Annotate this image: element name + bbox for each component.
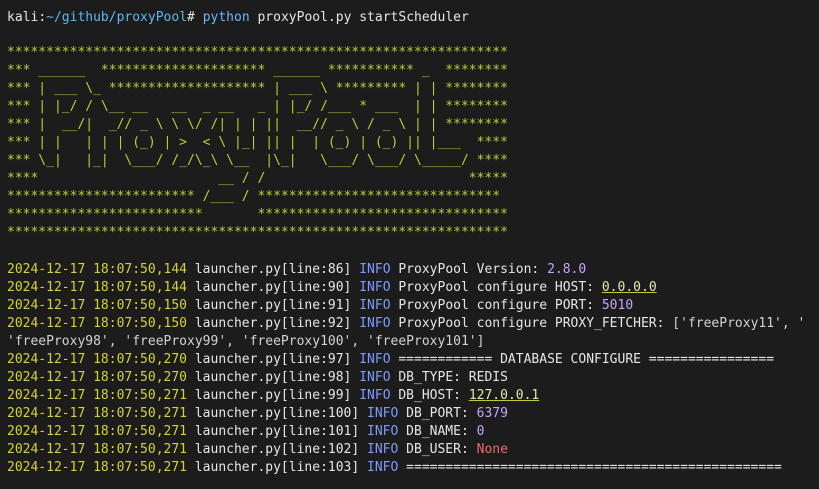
log-timestamp: 2024-12-17 18:07:50,270 <box>7 370 188 385</box>
log-timestamp: 2024-12-17 18:07:50,270 <box>7 352 188 367</box>
log-value: 6379 <box>476 406 508 421</box>
log-timestamp: 2024-12-17 18:07:50,144 <box>7 262 188 277</box>
log-source: launcher.py[line:92] <box>187 316 352 331</box>
banner-row: *** | __/| _// _ \ \ \/ /| | | || __// _… <box>7 117 508 132</box>
prompt-path: ~/github/proxyPool <box>46 10 188 25</box>
log-line: 'freeProxy98', 'freeProxy99', 'freeProxy… <box>7 333 484 351</box>
log-message: ============ DATABASE CONFIGURE ========… <box>390 352 775 367</box>
log-message: ProxyPool configure PROXY_FETCHER: <box>390 316 673 331</box>
banner-row: **** __ / / ***** <box>7 171 508 186</box>
banner-row: *** | |_/ / \__ __ __ _ __ _ | |_/ /___ … <box>7 99 508 114</box>
log-message: DB_PORT: <box>398 406 477 421</box>
log-source: launcher.py[line:103] <box>187 460 360 475</box>
log-timestamp: 2024-12-17 18:07:50,150 <box>7 298 188 313</box>
banner-row: ************************* **************… <box>7 207 508 222</box>
log-source: launcher.py[line:99] <box>187 388 352 403</box>
log-level: INFO <box>359 280 391 295</box>
log-source: launcher.py[line:90] <box>187 280 352 295</box>
log-source: launcher.py[line:98] <box>187 370 352 385</box>
log-line: 2024-12-17 18:07:50,270 launcher.py[line… <box>7 351 774 369</box>
log-timestamp: 2024-12-17 18:07:50,150 <box>7 316 188 331</box>
log-line: 2024-12-17 18:07:50,271 launcher.py[line… <box>7 441 508 459</box>
log-line: 2024-12-17 18:07:50,271 launcher.py[line… <box>7 423 484 441</box>
log-timestamp: 2024-12-17 18:07:50,271 <box>7 442 188 457</box>
log-source: launcher.py[line:97] <box>187 352 352 367</box>
log-line: 2024-12-17 18:07:50,150 launcher.py[line… <box>7 315 805 333</box>
log-level: INFO <box>359 262 391 277</box>
banner-row: *** | | | | | (_) | > < \ |_| || | | (_)… <box>7 135 508 150</box>
command-name: python <box>202 10 250 25</box>
log-source: launcher.py[line:102] <box>187 442 360 457</box>
banner-row: *** \_| |_| \___/ /_/\_\ \__ |\_| \___/ … <box>7 153 508 168</box>
prompt-user: kali <box>7 10 39 25</box>
command-args: proxyPool.py startScheduler <box>249 10 469 25</box>
banner-row: *** | ___ \_ ******************** | ___ … <box>7 81 508 96</box>
log-message: DB_USER: <box>398 442 477 457</box>
log-value: 5010 <box>601 298 634 313</box>
log-level: INFO <box>359 298 391 313</box>
log-line: 2024-12-17 18:07:50,144 launcher.py[line… <box>7 261 586 279</box>
log-value: 127.0.0.1 <box>468 388 540 403</box>
log-message: DB_NAME: <box>398 424 477 439</box>
log-message: DB_TYPE: REDIS <box>390 370 508 385</box>
log-line: 2024-12-17 18:07:50,271 launcher.py[line… <box>7 405 508 423</box>
log-timestamp: 2024-12-17 18:07:50,271 <box>7 460 188 475</box>
log-value: 0.0.0.0 <box>601 280 657 295</box>
log-level: INFO <box>359 370 391 385</box>
log-level: INFO <box>367 442 399 457</box>
log-level: INFO <box>367 424 399 439</box>
log-message: ProxyPool configure HOST: <box>390 280 602 295</box>
log-level: INFO <box>359 352 391 367</box>
log-value: 'freeProxy98', 'freeProxy99', 'freeProxy… <box>7 334 485 349</box>
log-level: INFO <box>367 460 399 475</box>
log-value: None <box>476 442 508 457</box>
log-timestamp: 2024-12-17 18:07:50,271 <box>7 424 188 439</box>
log-timestamp: 2024-12-17 18:07:50,271 <box>7 406 188 421</box>
log-value: ['freeProxy11', ' <box>672 316 806 331</box>
log-level: INFO <box>359 388 391 403</box>
prompt-separator: : <box>38 10 47 25</box>
log-line: 2024-12-17 18:07:50,150 launcher.py[line… <box>7 297 633 315</box>
log-value: 0 <box>476 424 485 439</box>
log-message: ProxyPool Version: <box>390 262 548 277</box>
log-value: 2.8.0 <box>547 262 587 277</box>
log-message: DB_HOST: <box>390 388 469 403</box>
log-line: 2024-12-17 18:07:50,271 launcher.py[line… <box>7 387 539 405</box>
prompt-hash: # <box>187 10 203 25</box>
banner-row: ****************************************… <box>7 225 508 240</box>
banner-row: *** ______ ********************* ______ … <box>7 63 508 78</box>
prompt-line: kali:~/github/proxyPool# python proxyPoo… <box>7 9 469 27</box>
log-timestamp: 2024-12-17 18:07:50,271 <box>7 388 188 403</box>
log-line: 2024-12-17 18:07:50,271 launcher.py[line… <box>7 459 782 477</box>
log-level: INFO <box>359 316 391 331</box>
log-message: ProxyPool configure PORT: <box>390 298 602 313</box>
log-source: launcher.py[line:91] <box>187 298 352 313</box>
banner-row: ************************ /___ / ********… <box>7 189 501 204</box>
terminal-window[interactable]: kali:~/github/proxyPool# python proxyPoo… <box>0 0 819 489</box>
banner-row: ****************************************… <box>7 45 508 60</box>
log-source: launcher.py[line:100] <box>187 406 360 421</box>
log-source: launcher.py[line:86] <box>187 262 352 277</box>
log-line: 2024-12-17 18:07:50,144 launcher.py[line… <box>7 279 657 297</box>
log-level: INFO <box>367 406 399 421</box>
log-timestamp: 2024-12-17 18:07:50,144 <box>7 280 188 295</box>
log-line: 2024-12-17 18:07:50,270 launcher.py[line… <box>7 369 508 387</box>
log-source: launcher.py[line:101] <box>187 424 360 439</box>
log-message: ========================================… <box>398 460 782 475</box>
